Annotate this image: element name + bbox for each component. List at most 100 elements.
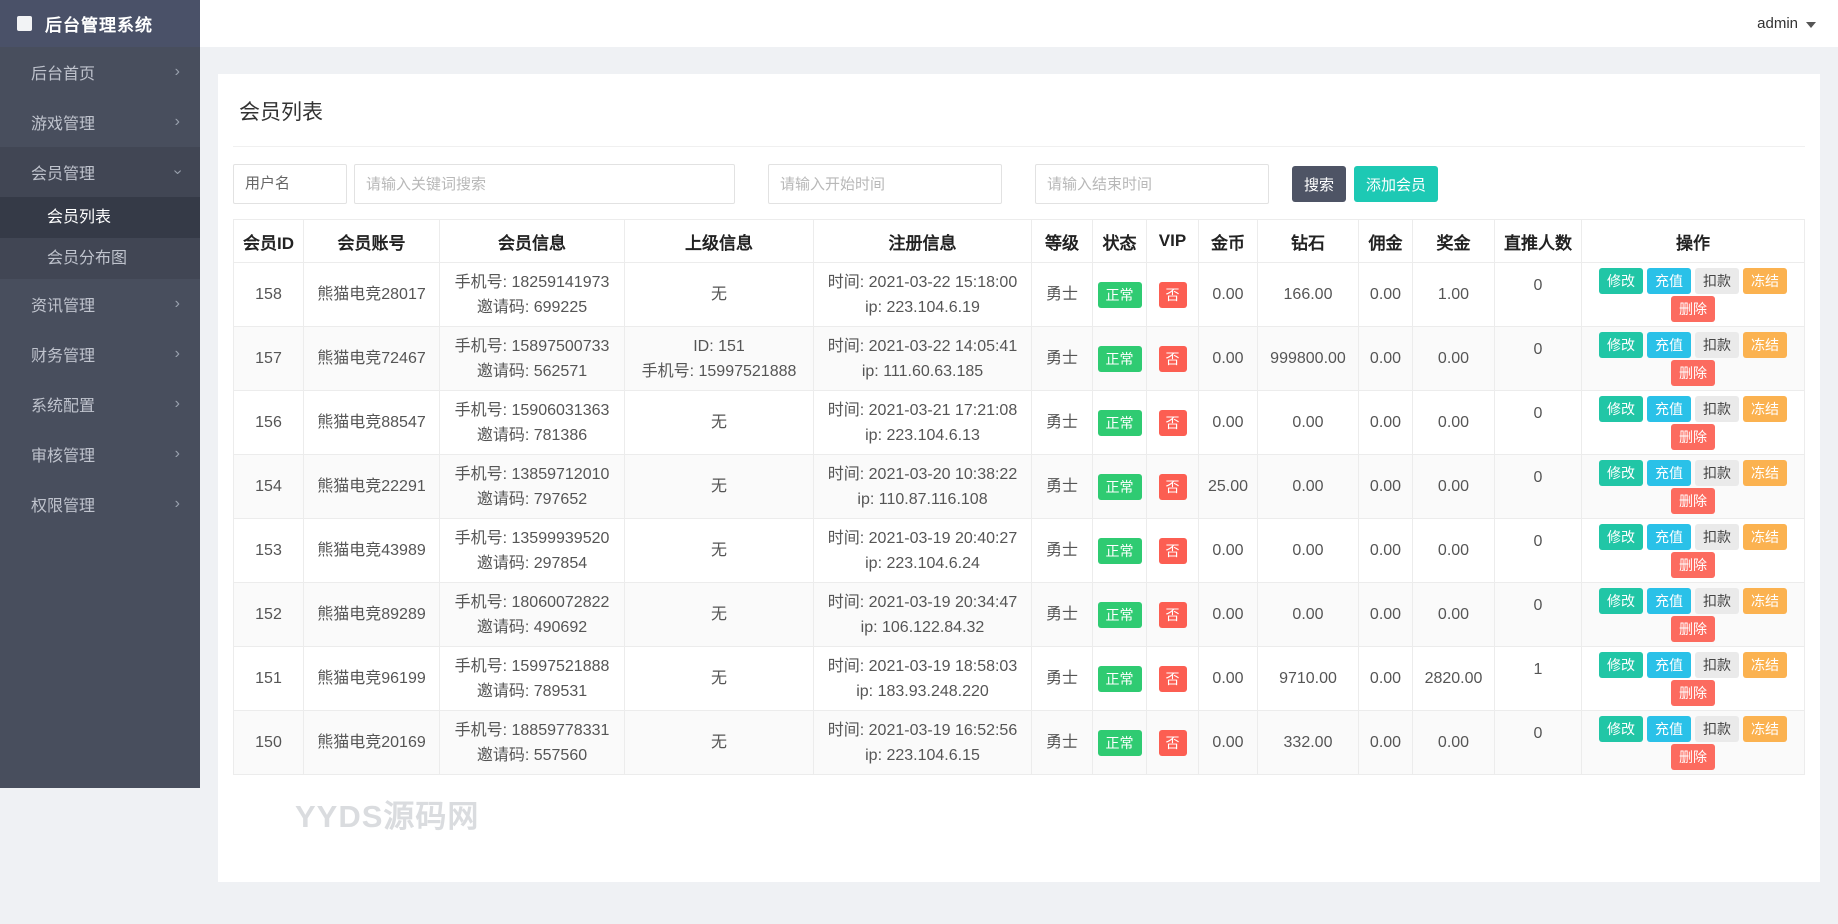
sidebar-item-news[interactable]: 资讯管理 › (0, 279, 200, 329)
member-info-cell: 手机号: 13599939520 邀请码: 297854 (439, 518, 625, 583)
freeze-button[interactable]: 冻结 (1743, 651, 1787, 678)
deduct-button[interactable]: 扣款 (1695, 395, 1739, 422)
chevron-right-icon: › (174, 445, 180, 462)
recharge-button[interactable]: 充值 (1647, 267, 1691, 294)
commission-cell: 0.00 (1358, 518, 1413, 583)
commission-cell: 0.00 (1358, 454, 1413, 519)
parent-info-cell: 无 (624, 582, 814, 647)
deduct-button[interactable]: 扣款 (1695, 523, 1739, 550)
app-layout: 后台管理系统 后台首页 › 游戏管理 › 会员管理 › 会员列表 会员分布图 资讯管理 › 财务管理… (0, 0, 1838, 882)
delete-button[interactable]: 删除 (1671, 679, 1715, 706)
delete-button[interactable]: 删除 (1671, 359, 1715, 386)
freeze-button[interactable]: 冻结 (1743, 459, 1787, 486)
freeze-button[interactable]: 冻结 (1743, 715, 1787, 742)
referrals-cell: 0 (1494, 582, 1582, 647)
freeze-button[interactable]: 冻结 (1743, 331, 1787, 358)
deduct-button[interactable]: 扣款 (1695, 651, 1739, 678)
sidebar-item-game[interactable]: 游戏管理 › (0, 97, 200, 147)
sidebar-subitem-member-map[interactable]: 会员分布图 (0, 238, 200, 279)
register-info-cell: 时间: 2021-03-21 17:21:08 ip: 223.104.6.13 (813, 390, 1032, 455)
recharge-button[interactable]: 充值 (1647, 587, 1691, 614)
member-id-cell: 153 (233, 518, 304, 583)
diamond-cell: 332.00 (1257, 710, 1359, 775)
delete-button[interactable]: 删除 (1671, 487, 1715, 514)
search-button[interactable]: 搜索 (1292, 166, 1347, 202)
deduct-button[interactable]: 扣款 (1695, 331, 1739, 358)
recharge-button[interactable]: 充值 (1647, 651, 1691, 678)
edit-button[interactable]: 修改 (1599, 267, 1643, 294)
member-info-cell: 手机号: 18259141973 邀请码: 699225 (439, 262, 625, 327)
column-header: 操作 (1581, 219, 1805, 263)
diamond-cell: 9710.00 (1257, 646, 1359, 711)
user-menu[interactable]: admin (1757, 15, 1816, 32)
sidebar-subitem-member-list[interactable]: 会员列表 (0, 197, 200, 238)
table-row: 158 熊猫电竞28017 手机号: 18259141973 邀请码: 699225 无… (233, 262, 1805, 327)
actions-cell: 修改 充值 扣款 冻结删除 (1581, 262, 1805, 327)
freeze-button[interactable]: 冻结 (1743, 523, 1787, 550)
sidebar-item-home[interactable]: 后台首页 › (0, 47, 200, 97)
vip-badge: 否 (1158, 601, 1187, 628)
edit-button[interactable]: 修改 (1599, 715, 1643, 742)
chevron-right-icon: › (174, 295, 180, 312)
sidebar-menu: 后台首页 › 游戏管理 › 会员管理 › 会员列表 会员分布图 资讯管理 › 财务管理 › 系统配置 › 审… (0, 47, 200, 529)
edit-button[interactable]: 修改 (1599, 587, 1643, 614)
sidebar-group-audit: 审核管理 › (0, 429, 200, 479)
member-id-cell: 156 (233, 390, 304, 455)
search-bar: 用户名 搜索 添加会员 (233, 164, 1805, 204)
recharge-button[interactable]: 充值 (1647, 331, 1691, 358)
recharge-button[interactable]: 充值 (1647, 395, 1691, 422)
sidebar-item-member[interactable]: 会员管理 › (0, 147, 200, 197)
deduct-button[interactable]: 扣款 (1695, 267, 1739, 294)
table-row: 154 熊猫电竞22291 手机号: 13859712010 邀请码: 797652 无… (233, 454, 1805, 519)
delete-button[interactable]: 删除 (1671, 551, 1715, 578)
recharge-button[interactable]: 充值 (1647, 523, 1691, 550)
sidebar-item-permission[interactable]: 权限管理 › (0, 479, 200, 529)
deduct-button[interactable]: 扣款 (1695, 587, 1739, 614)
edit-button[interactable]: 修改 (1599, 651, 1643, 678)
edit-button[interactable]: 修改 (1599, 395, 1643, 422)
delete-button[interactable]: 删除 (1671, 423, 1715, 450)
delete-button[interactable]: 删除 (1671, 615, 1715, 642)
recharge-button[interactable]: 充值 (1647, 459, 1691, 486)
edit-button[interactable]: 修改 (1599, 523, 1643, 550)
vip-cell: 否 (1146, 646, 1199, 711)
member-info-cell: 手机号: 18859778331 邀请码: 557560 (439, 710, 625, 775)
deduct-button[interactable]: 扣款 (1695, 459, 1739, 486)
edit-button[interactable]: 修改 (1599, 331, 1643, 358)
referrals-cell: 0 (1494, 710, 1582, 775)
main-area: admin 会员列表 用户名 搜索 添加会员 (200, 0, 1838, 882)
commission-cell: 0.00 (1358, 710, 1413, 775)
member-id-cell: 157 (233, 326, 304, 391)
status-cell: 正常 (1092, 582, 1147, 647)
sidebar-item-system[interactable]: 系统配置 › (0, 379, 200, 429)
status-cell: 正常 (1092, 646, 1147, 711)
sidebar-item-audit[interactable]: 审核管理 › (0, 429, 200, 479)
edit-button[interactable]: 修改 (1599, 459, 1643, 486)
recharge-button[interactable]: 充值 (1647, 715, 1691, 742)
register-info-cell: 时间: 2021-03-20 10:38:22 ip: 110.87.116.10… (813, 454, 1032, 519)
freeze-button[interactable]: 冻结 (1743, 587, 1787, 614)
member-info-cell: 手机号: 13859712010 邀请码: 797652 (439, 454, 625, 519)
delete-button[interactable]: 删除 (1671, 295, 1715, 322)
end-time-input[interactable] (1035, 164, 1269, 204)
deduct-button[interactable]: 扣款 (1695, 715, 1739, 742)
start-time-input[interactable] (768, 164, 1002, 204)
gold-cell: 0.00 (1198, 326, 1258, 391)
freeze-button[interactable]: 冻结 (1743, 267, 1787, 294)
freeze-button[interactable]: 冻结 (1743, 395, 1787, 422)
gold-cell: 0.00 (1198, 262, 1258, 327)
status-badge: 正常 (1097, 665, 1142, 692)
username-field-select[interactable]: 用户名 (233, 164, 347, 204)
member-info-cell: 手机号: 18060072822 邀请码: 490692 (439, 582, 625, 647)
table-row: 157 熊猫电竞72467 手机号: 15897500733 邀请码: 562571 I… (233, 326, 1805, 391)
parent-info-cell: 无 (624, 454, 814, 519)
level-cell: 勇士 (1031, 326, 1093, 391)
sidebar-item-finance[interactable]: 财务管理 › (0, 329, 200, 379)
referrals-cell: 1 (1494, 646, 1582, 711)
sidebar-group-member: 会员管理 › 会员列表 会员分布图 (0, 147, 200, 279)
keyword-input[interactable] (354, 164, 735, 204)
status-cell: 正常 (1092, 454, 1147, 519)
add-member-button[interactable]: 添加会员 (1354, 166, 1439, 202)
member-info-cell: 手机号: 15997521888 邀请码: 789531 (439, 646, 625, 711)
delete-button[interactable]: 删除 (1671, 743, 1715, 770)
